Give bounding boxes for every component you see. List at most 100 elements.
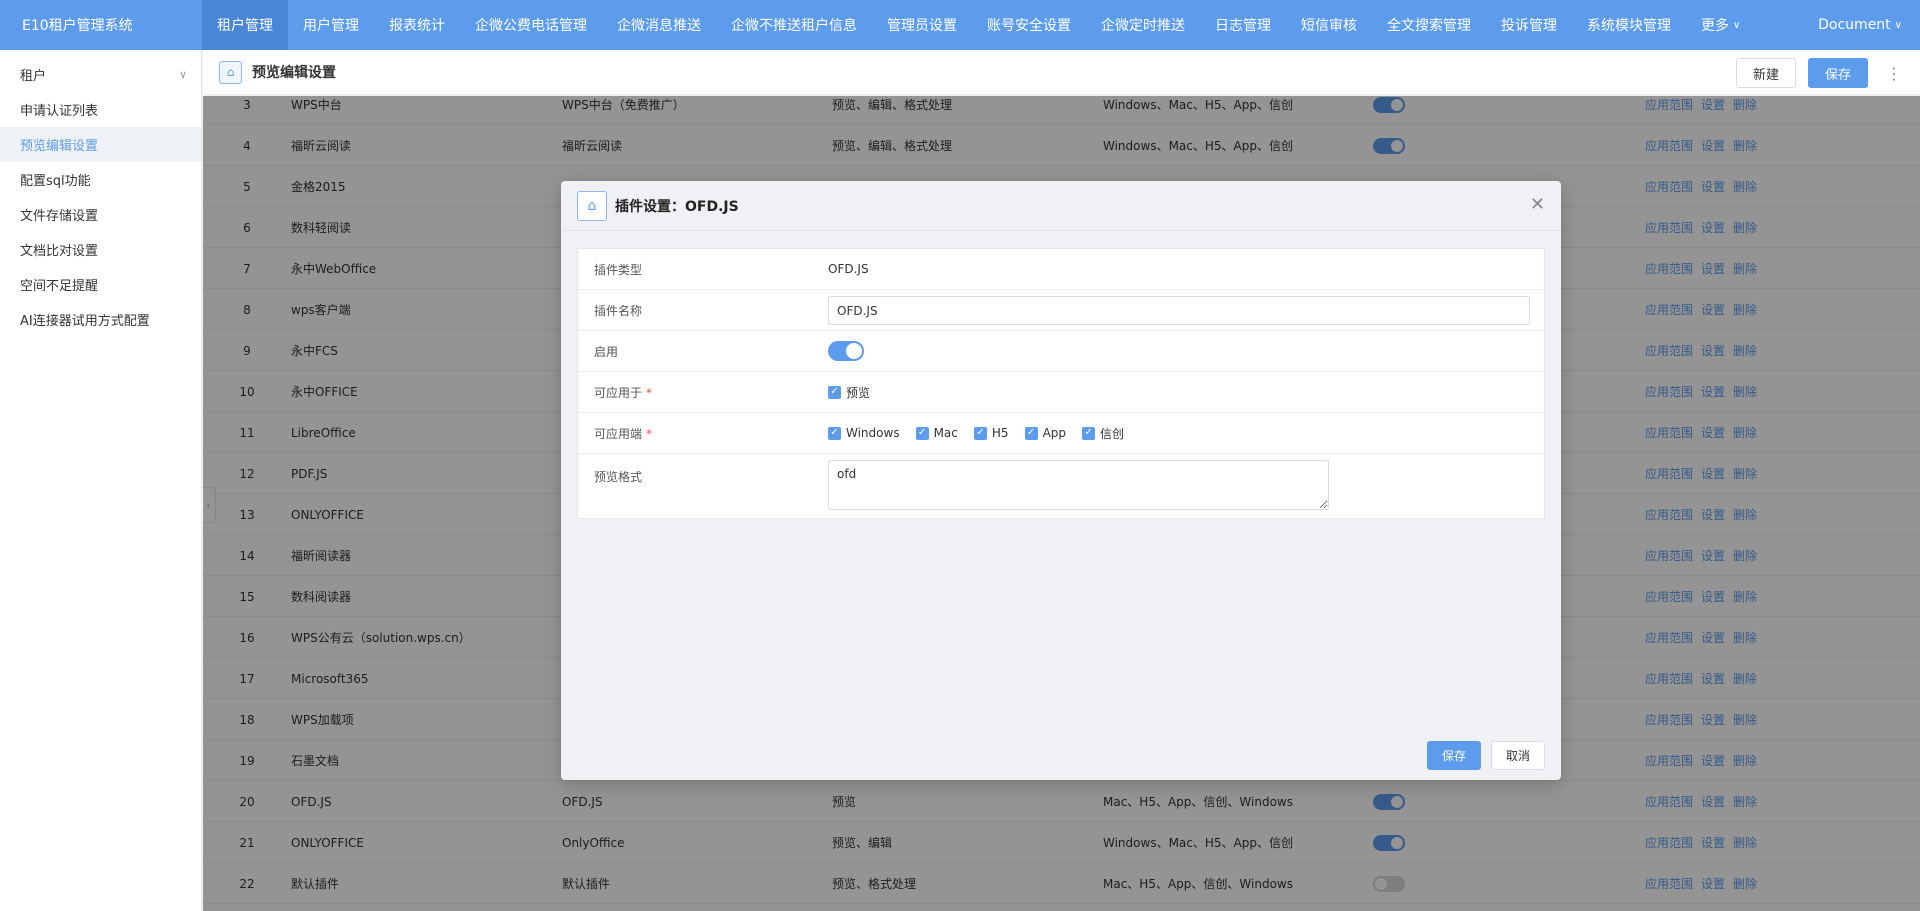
- sidebar-item-6[interactable]: 空间不足提醒: [0, 267, 201, 302]
- form-row-apply: 可应用于 * ✓ 预览: [578, 372, 1544, 413]
- plugin-type-value: OFD.JS: [828, 262, 869, 276]
- nav-item-3[interactable]: 企微公费电话管理: [460, 0, 602, 50]
- sidebar-item-label: 申请认证列表: [20, 104, 99, 119]
- plugin-name-input[interactable]: [828, 296, 1530, 325]
- form-row-name: 插件名称: [578, 290, 1544, 331]
- nav-item-5[interactable]: 企微不推送租户信息: [716, 0, 872, 50]
- checkbox-label: 预览: [846, 385, 871, 400]
- sidebar-item-3[interactable]: 配置sql功能: [0, 162, 201, 197]
- sidebar-item-2[interactable]: 预览编辑设置: [0, 127, 201, 162]
- nav-item-label: 系统模块管理: [1587, 18, 1671, 34]
- form-row-enable: 启用: [578, 331, 1544, 372]
- checkbox-option[interactable]: ✓ H5: [973, 426, 1009, 440]
- more-vertical-icon[interactable]: ⋮: [1886, 64, 1902, 83]
- chevron-down-icon: ∨: [1894, 19, 1902, 31]
- required-mark: *: [646, 426, 653, 441]
- nav-item-9[interactable]: 日志管理: [1200, 0, 1286, 50]
- sidebar: 租户 ∨ 申请认证列表 预览编辑设置 配置sql功能 文件存储设置 文档比对设置 空间不足提醒…: [0, 50, 202, 911]
- checkbox-label: Mac: [933, 426, 958, 440]
- chevron-down-icon: ∨: [178, 68, 187, 81]
- user-name: Document: [1818, 17, 1891, 33]
- sidebar-item-label: 预览编辑设置: [20, 139, 99, 154]
- plugin-form: 插件类型 OFD.JS 插件名称 启用 可应用于* ✓预览 可应用端* ✓Win…: [577, 248, 1545, 519]
- nav-item-label: 企微消息推送: [617, 18, 701, 34]
- nav-item-13[interactable]: 系统模块管理: [1572, 0, 1686, 50]
- checkbox-checked-icon: ✓: [973, 426, 987, 440]
- nav-item-label: 账号安全设置: [987, 18, 1071, 34]
- dialog-title: 插件设置：OFD.JS: [615, 198, 739, 215]
- home-icon: ⌂: [219, 60, 242, 84]
- nav-item-label: 企微公费电话管理: [475, 18, 587, 34]
- preview-format-textarea[interactable]: ofd: [828, 460, 1329, 510]
- sidebar-item-1[interactable]: 申请认证列表: [0, 92, 201, 127]
- nav-item-label: 全文搜索管理: [1387, 18, 1471, 34]
- nav-item-2[interactable]: 报表统计: [374, 0, 460, 50]
- terminal-options: ✓ Windows ✓ Mac ✓ H5 ✓ App ✓ 信创: [828, 425, 1140, 442]
- dialog-save-button[interactable]: 保存: [1426, 741, 1481, 770]
- nav-item-8[interactable]: 企微定时推送: [1086, 0, 1200, 50]
- sidebar-item-7[interactable]: AI连接器试用方式配置: [0, 302, 201, 337]
- new-button[interactable]: 新建: [1735, 58, 1796, 88]
- checkbox-option[interactable]: ✓ Mac: [915, 426, 958, 440]
- checkbox-label: App: [1042, 426, 1067, 440]
- page-header: ⌂ 预览编辑设置 新建 保存 ⋮: [203, 50, 1920, 95]
- sidebar-item-0[interactable]: 租户 ∨: [0, 57, 201, 92]
- sidebar-item-label: 配置sql功能: [20, 174, 91, 189]
- nav-item-14[interactable]: 更多 ∨: [1686, 0, 1755, 50]
- form-row-type: 插件类型 OFD.JS: [578, 249, 1544, 290]
- main-nav: 租户管理 用户管理 报表统计 企微公费电话管理 企微消息推送 企微不推送租户信息 管理员设置…: [202, 0, 1818, 50]
- nav-item-label: 企微不推送租户信息: [731, 18, 857, 34]
- sidebar-item-label: 文档比对设置: [20, 244, 99, 259]
- user-menu[interactable]: Document ∨: [1818, 0, 1920, 50]
- checkbox-option[interactable]: ✓ Windows: [828, 426, 900, 440]
- save-button[interactable]: 保存: [1807, 58, 1868, 88]
- nav-item-6[interactable]: 管理员设置: [872, 0, 972, 50]
- sidebar-item-label: 文件存储设置: [20, 209, 99, 224]
- nav-item-4[interactable]: 企微消息推送: [602, 0, 716, 50]
- nav-item-1[interactable]: 用户管理: [288, 0, 374, 50]
- checkbox-checked-icon: ✓: [828, 426, 841, 440]
- checkbox-label: 信创: [1100, 426, 1125, 441]
- plugin-name-label: 插件名称: [594, 303, 643, 318]
- nav-item-label: 短信审核: [1301, 18, 1357, 34]
- sidebar-item-4[interactable]: 文件存储设置: [0, 197, 201, 232]
- nav-item-12[interactable]: 投诉管理: [1486, 0, 1572, 50]
- enable-label: 启用: [594, 344, 619, 359]
- page-title: 预览编辑设置: [252, 65, 336, 81]
- nav-item-7[interactable]: 账号安全设置: [972, 0, 1086, 50]
- nav-item-10[interactable]: 短信审核: [1286, 0, 1372, 50]
- apply-options: ✓ 预览: [828, 384, 886, 401]
- nav-item-label: 企微定时推送: [1101, 18, 1185, 34]
- plugin-type-label: 插件类型: [594, 262, 643, 277]
- nav-item-label: 报表统计: [389, 18, 445, 34]
- nav-item-label: 更多: [1701, 18, 1729, 34]
- nav-item-label: 日志管理: [1215, 18, 1271, 34]
- checkbox-label: H5: [991, 426, 1009, 440]
- terminal-label: 可应用端: [594, 426, 643, 441]
- sidebar-item-label: 空间不足提醒: [20, 279, 99, 294]
- preview-format-label: 预览格式: [594, 470, 643, 484]
- checkbox-label: Windows: [846, 426, 900, 440]
- checkbox-option[interactable]: ✓ 信创: [1082, 425, 1124, 442]
- sidebar-item-5[interactable]: 文档比对设置: [0, 232, 201, 267]
- nav-item-11[interactable]: 全文搜索管理: [1372, 0, 1486, 50]
- form-row-format: 预览格式 ofd: [578, 454, 1544, 518]
- top-navbar: E10租户管理系统 租户管理 用户管理 报表统计 企微公费电话管理 企微消息推送 企微不推…: [0, 0, 1920, 50]
- close-icon[interactable]: ✕: [1530, 196, 1545, 214]
- apply-label: 可应用于: [594, 385, 643, 400]
- checkbox-checked-icon: ✓: [828, 385, 841, 399]
- header-actions: 新建 保存 ⋮: [1724, 58, 1902, 88]
- required-mark: *: [646, 385, 653, 400]
- dialog-header: ⌂ 插件设置：OFD.JS ✕: [561, 181, 1561, 231]
- checkbox-checked-icon: ✓: [915, 426, 929, 440]
- nav-item-label: 租户管理: [217, 18, 273, 34]
- checkbox-option[interactable]: ✓ App: [1024, 426, 1067, 440]
- chevron-down-icon: ∨: [1733, 19, 1741, 31]
- nav-item-0[interactable]: 租户管理: [202, 0, 288, 50]
- enable-toggle[interactable]: [828, 341, 864, 361]
- form-row-terminal: 可应用端 * ✓ Windows ✓ Mac ✓ H5 ✓ App ✓ 信创: [578, 413, 1544, 454]
- checkbox-option[interactable]: ✓ 预览: [828, 384, 870, 401]
- nav-item-label: 投诉管理: [1501, 18, 1557, 34]
- app-title[interactable]: E10租户管理系统: [0, 0, 202, 50]
- dialog-cancel-button[interactable]: 取消: [1490, 741, 1545, 770]
